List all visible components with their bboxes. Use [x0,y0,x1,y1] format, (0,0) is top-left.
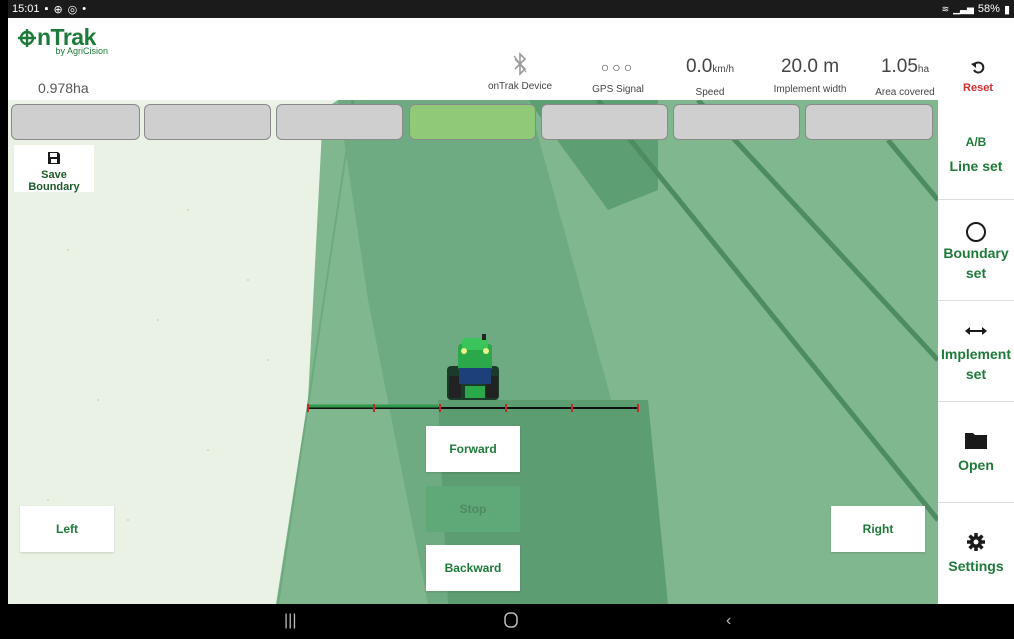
speed-metric: 0.0km/h Speed [672,56,748,98]
speed-label: Speed [695,87,725,98]
backward-button[interactable]: Backward [426,545,520,591]
area-covered-metric: 1.05ha Area covered [866,56,944,98]
crosshair-logo-icon [18,28,36,47]
right-button[interactable]: Right [831,506,925,552]
boundary-title: Boundary [943,245,1009,261]
wifi-icon: ≋ [941,3,950,14]
left-button[interactable]: Left [20,506,114,552]
folder-icon [938,431,1014,455]
battery-text: 58% [977,3,1000,15]
forward-button[interactable]: Forward [426,426,520,472]
section-toggle-5[interactable] [541,104,668,140]
implement-width-label: Implement width [773,84,847,95]
open-button[interactable]: Open [938,403,1014,503]
app-screen: 15:01 ▪ ⊕ ◎ • ≋ ▁▃▅ 58% ▮ nTrak by AgriC… [8,0,1014,639]
speed-unit: km/h [712,64,735,75]
implement-title: Implement [940,346,1011,362]
home-icon[interactable] [504,612,518,633]
dot-icon: • [82,3,87,15]
recent-apps-icon[interactable]: ||| [284,612,296,630]
save-boundary-button[interactable]: Save Boundary [14,145,94,193]
area-covered-label: Area covered [875,87,935,98]
section-toggle-4[interactable] [409,104,536,140]
signal-icon: ▁▃▅ [953,3,974,14]
gps-status: ○○○ GPS Signal [578,56,658,95]
section-toggle-2[interactable] [144,104,271,140]
device-label: onTrak Device [487,81,553,92]
device-status[interactable]: onTrak Device [480,52,560,92]
gps-value: ○○○ [600,59,636,75]
gear-icon [938,532,1014,556]
gps-notification-icon: ⊕ [53,3,63,16]
android-nav-bar: ||| ‹ [8,604,1014,639]
boundary-set-button[interactable]: Boundary set [938,201,1014,301]
area-covered-unit: ha [917,64,930,75]
implement-width-value: 20.0 m [780,56,840,77]
logo-subtitle: by AgriCision [55,46,108,56]
section-toggle-6[interactable] [673,104,800,140]
right-sidebar: A/B Line set Boundary set Implement set [938,100,1014,604]
reset-icon [952,60,1004,74]
status-bar: 15:01 ▪ ⊕ ◎ • ≋ ▁▃▅ 58% ▮ [8,0,1014,18]
section-toggle-7[interactable] [805,104,933,140]
section-toggle-1[interactable] [11,104,140,140]
boundary-subtitle: set [965,265,987,281]
status-time: 15:01 [12,3,40,15]
ontrak-logo: nTrak by AgriCision [18,26,118,56]
reset-label: Reset [963,82,993,94]
bluetooth-icon [480,52,560,78]
implement-width-metric: 20.0 m Implement width [760,56,860,95]
reset-button[interactable]: Reset [952,60,1004,100]
gps-label: GPS Signal [592,84,644,95]
back-icon[interactable]: ‹ [726,612,731,630]
image-notification-icon: ▪ [44,3,49,15]
circle-icon [938,221,1014,243]
horizontal-arrows-icon [938,324,1014,344]
implement-subtitle: set [965,366,987,382]
implement-set-button[interactable]: Implement set [938,302,1014,402]
speed-value: 0.0 [685,56,713,77]
settings-label: Settings [948,558,1004,574]
save-boundary-label: Save Boundary [28,169,80,193]
area-covered-value: 1.05 [880,56,918,77]
settings-button[interactable]: Settings [938,504,1014,604]
save-icon [14,151,94,169]
open-label: Open [958,457,994,473]
area-value: 0.978ha [38,80,89,96]
ab-subtitle: Line set [949,158,1003,174]
ab-line-set-button[interactable]: A/B Line set [938,100,1014,200]
ab-title: A/B [965,135,987,149]
battery-icon: ▮ [1003,3,1010,16]
target-notification-icon: ◎ [67,3,78,16]
section-toggle-3[interactable] [276,104,403,140]
logo-text: nTrak [37,24,96,50]
stop-button[interactable]: Stop [426,486,520,532]
